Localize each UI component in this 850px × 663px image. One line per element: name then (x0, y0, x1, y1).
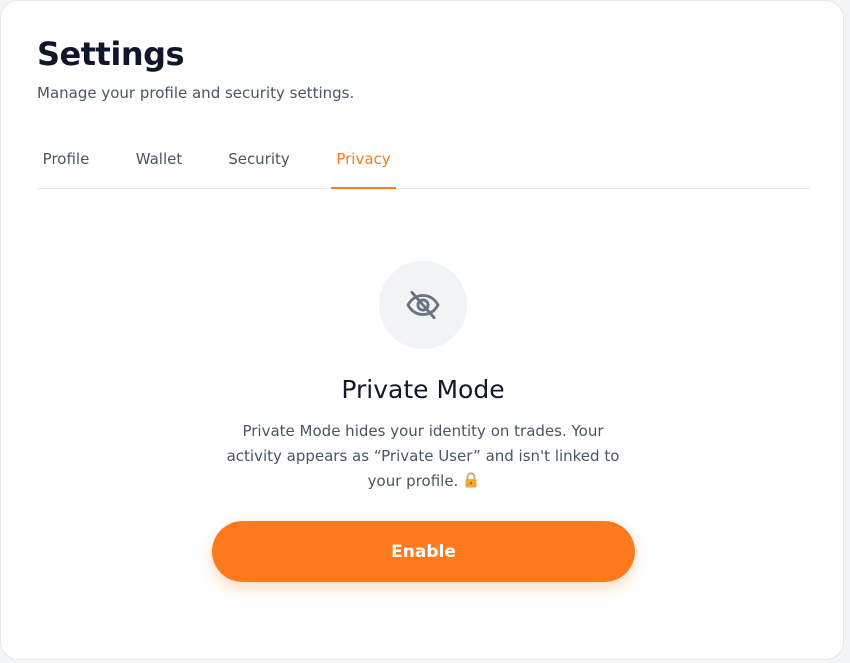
tab-security[interactable]: Security (223, 139, 295, 189)
tab-wallet[interactable]: Wallet (131, 139, 187, 189)
page-title: Settings (37, 35, 185, 73)
tab-privacy[interactable]: Privacy (331, 139, 396, 189)
page-subtitle: Manage your profile and security setting… (37, 84, 355, 102)
enable-button[interactable]: Enable (212, 521, 635, 582)
private-mode-description-text: Private Mode hides your identity on trad… (226, 422, 620, 490)
private-mode-title: Private Mode (341, 375, 505, 404)
lock-icon (464, 471, 478, 496)
eye-slash-icon (404, 286, 442, 324)
private-mode-description: Private Mode hides your identity on trad… (213, 419, 633, 496)
tab-profile[interactable]: Profile (37, 139, 95, 189)
settings-card: Settings Manage your profile and securit… (0, 0, 844, 660)
private-mode-icon-badge (379, 261, 467, 349)
settings-tabs: Profile Wallet Security Privacy (37, 139, 810, 189)
